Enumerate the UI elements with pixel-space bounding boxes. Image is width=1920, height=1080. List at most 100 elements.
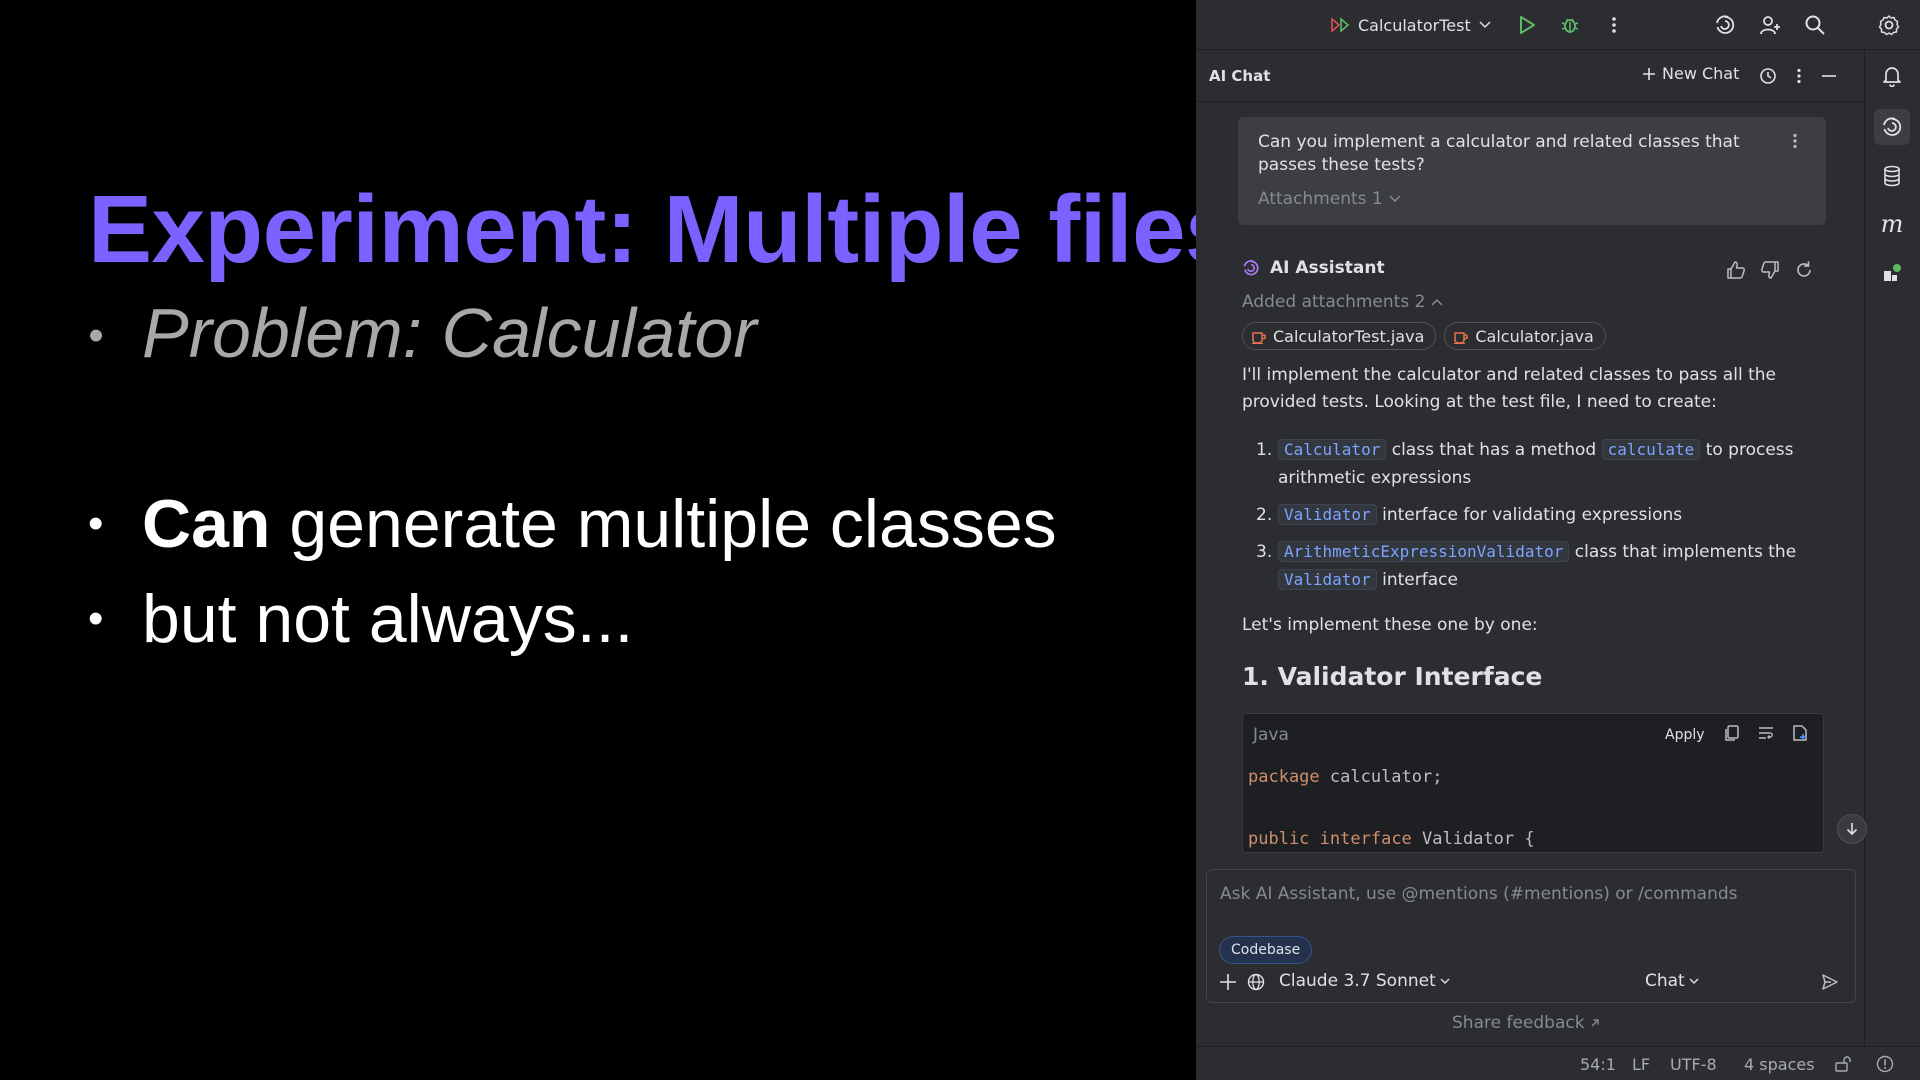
bell-icon[interactable] — [1876, 60, 1908, 92]
share-feedback-label: Share feedback — [1452, 1013, 1585, 1033]
gear-icon[interactable] — [1876, 12, 1902, 38]
scroll-down-button[interactable] — [1837, 814, 1867, 844]
attachment-filename: Calculator.java — [1475, 326, 1594, 346]
list-number: 3. — [1256, 542, 1273, 562]
line-separator[interactable]: LF — [1632, 1055, 1650, 1074]
response-actions — [1726, 260, 1814, 280]
attachment-chips: CalculatorTest.java Calculator.java — [1242, 322, 1606, 350]
add-user-icon[interactable] — [1757, 12, 1783, 38]
warning-icon[interactable] — [1876, 1055, 1894, 1073]
user-message-text: Can you implement a calculator and relat… — [1258, 132, 1740, 175]
lock-icon[interactable] — [1834, 1056, 1852, 1072]
chat-input-box[interactable]: Ask AI Assistant, use @mentions (#mentio… — [1206, 869, 1856, 1003]
run-icon[interactable] — [1514, 12, 1540, 38]
java-file-icon — [1453, 328, 1469, 344]
run-config-label: CalculatorTest — [1358, 15, 1471, 35]
globe-icon[interactable] — [1247, 973, 1265, 991]
tool-strip-divider — [1864, 50, 1865, 1046]
inline-code: Calculator — [1278, 439, 1387, 460]
italic-m-icon[interactable]: m — [1876, 208, 1908, 240]
regenerate-icon[interactable] — [1794, 260, 1814, 280]
bullet-text: Problem: Calculator — [142, 294, 757, 372]
insert-file-icon[interactable] — [1791, 724, 1809, 742]
list-text: class that has a method — [1386, 440, 1602, 460]
assistant-intro: I'll implement the calculator and relate… — [1242, 365, 1776, 412]
wrap-icon[interactable] — [1757, 724, 1775, 742]
minimize-icon[interactable] — [1816, 63, 1842, 89]
assistant-outro: Let's implement these one by one: — [1242, 615, 1538, 635]
file-encoding[interactable]: UTF-8 — [1670, 1055, 1717, 1074]
added-attachments-label: Added attachments 2 — [1242, 292, 1426, 312]
list-text: class that implements the — [1569, 542, 1797, 562]
model-selector[interactable]: Claude 3.7 Sonnet — [1279, 971, 1450, 991]
list-text: interface for validating expressions — [1376, 505, 1683, 525]
ai-chat-tool-icon[interactable] — [1874, 109, 1910, 145]
bullet-bold-word: Can — [142, 486, 271, 562]
external-link-icon — [1590, 1018, 1600, 1028]
share-feedback-link[interactable]: Share feedback — [1452, 1013, 1600, 1033]
more-vert-icon[interactable] — [1792, 133, 1798, 149]
thumbs-down-icon[interactable] — [1760, 260, 1780, 280]
list-body: Validator interface for validating expre… — [1278, 501, 1830, 529]
thumbs-up-icon[interactable] — [1726, 260, 1746, 280]
ai-spiral-icon — [1242, 259, 1260, 277]
attachments-label: Attachments 1 — [1258, 189, 1383, 209]
code-keyword: package — [1248, 767, 1320, 787]
attachment-chip[interactable]: Calculator.java — [1444, 322, 1606, 350]
chevron-down-icon — [1479, 21, 1491, 29]
input-toolbar: Claude 3.7 Sonnet Chat — [1219, 970, 1845, 994]
chevron-up-icon — [1431, 298, 1443, 306]
codebase-chip[interactable]: Codebase — [1219, 936, 1313, 964]
plus-icon — [1642, 67, 1656, 81]
send-icon[interactable] — [1821, 973, 1839, 991]
history-icon[interactable] — [1755, 63, 1781, 89]
code-text: calculator; — [1319, 767, 1443, 787]
attachment-chip[interactable]: CalculatorTest.java — [1242, 322, 1437, 350]
main-toolbar: CalculatorTest — [1196, 0, 1920, 50]
inline-code: Validator — [1278, 569, 1377, 590]
cursor-position[interactable]: 54:1 — [1580, 1055, 1616, 1074]
list-number: 2. — [1256, 505, 1273, 525]
assistant-name: AI Assistant — [1270, 258, 1385, 278]
run-config-selector[interactable]: CalculatorTest — [1330, 13, 1491, 37]
database-icon[interactable] — [1876, 160, 1908, 192]
bullet-dot: • — [88, 594, 104, 643]
inline-code: Validator — [1278, 504, 1377, 525]
chevron-down-icon — [1689, 978, 1699, 985]
chat-title: AI Chat — [1209, 67, 1271, 85]
ai-spiral-icon[interactable] — [1712, 12, 1738, 38]
code-language: Java — [1253, 725, 1289, 745]
search-icon[interactable] — [1802, 12, 1828, 38]
assistant-header: AI Assistant — [1242, 258, 1385, 278]
code-keyword: public — [1248, 829, 1310, 849]
chat-input-placeholder[interactable]: Ask AI Assistant, use @mentions (#mentio… — [1220, 884, 1738, 904]
inline-code: ArithmeticExpressionValidator — [1278, 541, 1570, 562]
test-config-icon — [1330, 16, 1350, 34]
plus-icon[interactable] — [1219, 973, 1237, 991]
copy-icon[interactable] — [1723, 724, 1741, 742]
attachments-toggle[interactable]: Attachments 1 — [1258, 189, 1401, 209]
more-vert-icon[interactable] — [1601, 12, 1627, 38]
more-vert-icon[interactable] — [1786, 63, 1812, 89]
code-block: Java Apply package calculator; public in… — [1242, 713, 1824, 853]
bullet-dot: • — [88, 499, 104, 548]
chat-header: AI Chat New Chat — [1196, 50, 1864, 102]
plugin-icon[interactable] — [1876, 258, 1908, 290]
arrow-down-icon — [1845, 822, 1859, 836]
attachment-filename: CalculatorTest.java — [1273, 326, 1425, 346]
indent-setting[interactable]: 4 spaces — [1744, 1055, 1815, 1074]
bullet-text: Can generate multiple classes — [142, 485, 1057, 563]
new-chat-button[interactable]: New Chat — [1642, 64, 1739, 83]
model-label: Claude 3.7 Sonnet — [1279, 971, 1436, 991]
slide-title: Experiment: Multiple files — [88, 176, 1238, 283]
mode-label: Chat — [1645, 971, 1685, 991]
list-number: 1. — [1256, 440, 1273, 460]
debug-icon[interactable] — [1557, 12, 1583, 38]
added-attachments-toggle[interactable]: Added attachments 2 — [1242, 292, 1443, 312]
apply-button[interactable]: Apply — [1665, 727, 1705, 743]
list-text: interface — [1376, 570, 1458, 590]
ide-window: CalculatorTest m AI Chat New Chat Can yo… — [1196, 0, 1920, 1080]
chevron-down-icon — [1440, 978, 1450, 985]
list-body: Calculator class that has a method calcu… — [1278, 436, 1830, 492]
mode-selector[interactable]: Chat — [1645, 971, 1699, 991]
